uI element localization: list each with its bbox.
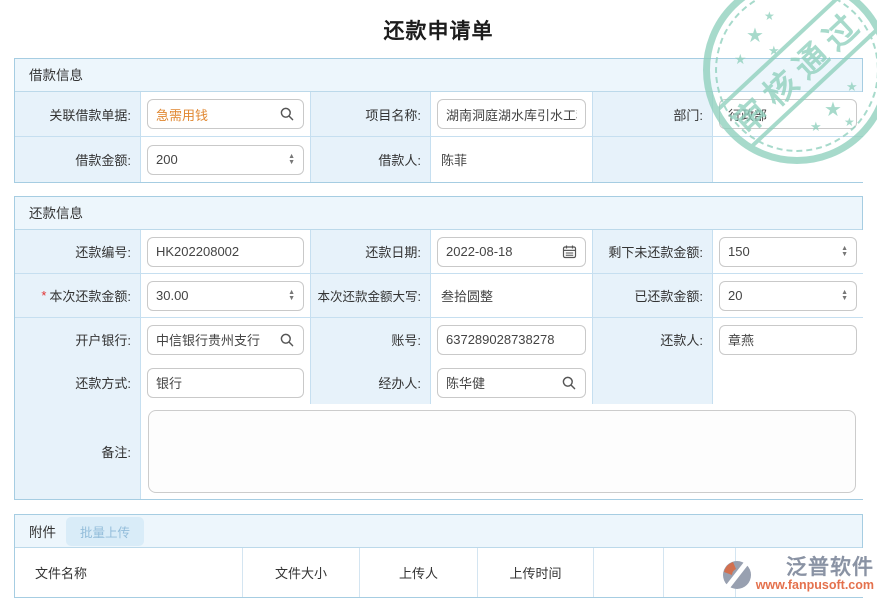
repayer-input[interactable]: 章燕 (719, 325, 857, 355)
borrower-label: 借款人: (311, 137, 431, 182)
related-doc-input[interactable]: 急需用钱 (147, 99, 304, 129)
loan-amount-stepper[interactable]: 200 ▲▼ (147, 145, 304, 175)
repayer-value: 章燕 (728, 330, 754, 349)
current-amount-label-text: 本次还款金额: (49, 286, 131, 305)
repayment-info-section: 还款信息 还款编号: HK202208002 还款日期: 2022-08-18 … (14, 196, 863, 500)
repayer-label: 还款人: (593, 318, 713, 362)
project-name-value: 湖南洞庭湖水库引水工程 (446, 105, 577, 124)
repayment-date-cell: 2022-08-18 (431, 230, 593, 274)
current-amount-caps-label: 本次还款金额大写: (311, 274, 431, 318)
col-header-file-size: 文件大小 (243, 548, 360, 597)
vendor-name: 泛普软件 (786, 557, 874, 578)
stepper-down-icon[interactable]: ▼ (288, 160, 295, 166)
search-icon[interactable] (279, 332, 295, 348)
vendor-url: www.fanpusoft.com (756, 578, 874, 592)
search-icon[interactable] (279, 106, 295, 122)
repayment-no-value: HK202208002 (156, 244, 239, 259)
repayment-section-title: 还款信息 (15, 197, 862, 230)
search-icon[interactable] (561, 375, 577, 391)
department-value: 行政部 (728, 105, 767, 124)
loan-info-section: 借款信息 关联借款单据: 急需用钱 项目名称: 湖南洞庭湖水库引水工程 部门: … (14, 58, 863, 183)
account-no-input[interactable]: 637289028738278 (437, 325, 586, 355)
col-header-uploader: 上传人 (360, 548, 478, 597)
bank-label: 开户银行: (15, 318, 141, 362)
batch-upload-button[interactable]: 批量上传 (66, 517, 144, 546)
project-name-input[interactable]: 湖南洞庭湖水库引水工程 (437, 99, 586, 129)
current-amount-value: 30.00 (156, 288, 189, 303)
remaining-amount-cell: 150 ▲▼ (713, 230, 863, 274)
current-amount-caps-cell: 叁拾圆整 (431, 274, 593, 318)
remarks-label: 备注: (15, 404, 141, 499)
page-title: 还款申请单 (0, 0, 877, 45)
handler-input[interactable]: 陈华健 (437, 368, 586, 398)
handler-cell: 陈华健 (431, 361, 593, 405)
star-icon: ★ (768, 43, 780, 59)
repayment-date-label: 还款日期: (311, 230, 431, 274)
stepper-down-icon[interactable]: ▼ (288, 296, 295, 302)
current-amount-caps-value: 叁拾圆整 (437, 286, 493, 305)
current-amount-cell: 30.00 ▲▼ (141, 274, 311, 318)
col-header-upload-time: 上传时间 (478, 548, 594, 597)
department-input[interactable]: 行政部 (719, 99, 857, 129)
related-doc-value: 急需用钱 (156, 105, 208, 124)
attachment-title: 附件 (29, 521, 56, 541)
empty-field-cell (713, 361, 863, 405)
remarks-textarea[interactable] (148, 410, 856, 493)
repayment-no-cell: HK202208002 (141, 230, 311, 274)
loan-section-title: 借款信息 (15, 59, 862, 92)
repayment-method-value: 银行 (156, 373, 182, 392)
account-no-value: 637289028738278 (446, 332, 554, 347)
handler-value: 陈华健 (446, 373, 485, 392)
project-name-cell: 湖南洞庭湖水库引水工程 (431, 92, 593, 137)
bank-value: 中信银行贵州支行 (156, 330, 260, 349)
loan-amount-value: 200 (156, 152, 178, 167)
borrower-cell: 陈菲 (431, 137, 593, 182)
repaid-amount-value: 20 (728, 288, 742, 303)
repayment-method-input[interactable]: 银行 (147, 368, 304, 398)
borrower-value: 陈菲 (437, 150, 467, 169)
repayment-no-input[interactable]: HK202208002 (147, 237, 304, 267)
col-header-empty (594, 548, 664, 597)
repayment-application-page: 还款申请单 审核通过 ★ ★ ★ ★ ★ ★ ★ ★ 借款信息 关联借款单据: … (0, 0, 877, 598)
empty-field-cell (713, 137, 863, 182)
department-label: 部门: (593, 92, 713, 137)
repayment-no-label: 还款编号: (15, 230, 141, 274)
related-doc-cell: 急需用钱 (141, 92, 311, 137)
required-asterisk: * (41, 288, 46, 303)
account-no-label: 账号: (311, 318, 431, 362)
handler-label: 经办人: (311, 361, 431, 405)
department-cell: 行政部 (713, 92, 863, 137)
repaid-amount-stepper[interactable]: 20 ▲▼ (719, 281, 857, 311)
account-no-cell: 637289028738278 (431, 318, 593, 362)
empty-label-cell (593, 361, 713, 405)
stepper-down-icon[interactable]: ▼ (841, 296, 848, 302)
repayment-method-label: 还款方式: (15, 361, 141, 405)
current-amount-stepper[interactable]: 30.00 ▲▼ (147, 281, 304, 311)
repayment-date-value: 2022-08-18 (446, 244, 513, 259)
fanpu-logo-icon (720, 558, 754, 592)
current-amount-label: * 本次还款金额: (15, 274, 141, 318)
repayer-cell: 章燕 (713, 318, 863, 362)
repaid-amount-cell: 20 ▲▼ (713, 274, 863, 318)
remarks-cell (141, 404, 863, 499)
repaid-amount-label: 已还款金额: (593, 274, 713, 318)
bank-input[interactable]: 中信银行贵州支行 (147, 325, 304, 355)
remaining-amount-label: 剩下未还款金额: (593, 230, 713, 274)
related-doc-label: 关联借款单据: (15, 92, 141, 137)
loan-amount-cell: 200 ▲▼ (141, 137, 311, 182)
project-name-label: 项目名称: (311, 92, 431, 137)
repayment-method-cell: 银行 (141, 361, 311, 405)
bank-cell: 中信银行贵州支行 (141, 318, 311, 362)
calendar-icon[interactable] (562, 244, 577, 259)
vendor-logo: 泛普软件 www.fanpusoft.com (720, 557, 874, 592)
loan-amount-label: 借款金额: (15, 137, 141, 182)
remaining-amount-stepper[interactable]: 150 ▲▼ (719, 237, 857, 267)
col-header-file-name: 文件名称 (15, 548, 243, 597)
remaining-amount-value: 150 (728, 244, 750, 259)
stepper-down-icon[interactable]: ▼ (841, 252, 848, 258)
repayment-date-input[interactable]: 2022-08-18 (437, 237, 586, 267)
empty-label-cell (593, 137, 713, 182)
